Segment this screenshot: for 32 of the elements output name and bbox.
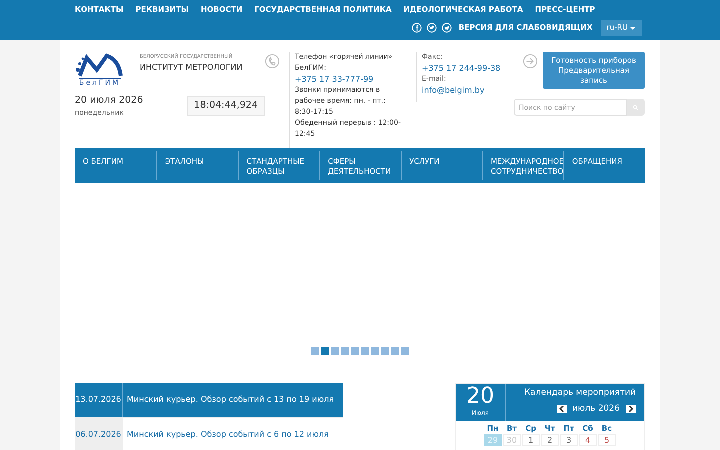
calendar-period: июль 2026 <box>572 402 620 416</box>
search-button[interactable] <box>627 99 645 116</box>
facebook-icon <box>412 23 422 33</box>
hotline-phone: +375 17 33-777-99 <box>295 74 375 85</box>
calendar-day-number: 20 <box>466 384 494 409</box>
current-date: 20 июля 2026 <box>75 94 144 108</box>
calendar-day[interactable]: 1 <box>522 434 540 446</box>
fax-phone: +375 17 244-99-38 <box>422 63 502 74</box>
login-icon <box>523 54 538 69</box>
chevron-right-icon <box>628 406 634 412</box>
news-date: 06.07.2026 <box>75 418 123 450</box>
caret-icon <box>630 26 636 30</box>
clock-display: 18:04:44,924 <box>187 96 265 116</box>
email-link[interactable]: info@belgim.by <box>422 85 506 96</box>
logo-title: ИНСТИТУТ МЕТРОЛОГИИ <box>140 62 243 74</box>
twitter-icon <box>426 23 437 33</box>
telegram-icon <box>442 23 452 33</box>
search-icon <box>633 104 639 110</box>
news-title: Минский курьер. Обзор событий с 6 по 12 июля <box>126 429 329 441</box>
news-row[interactable]: 13.07.2026 Минский курьер. Обзор событий с 13 по 19 июля <box>75 383 343 418</box>
calendar-day[interactable]: 4 <box>579 434 597 446</box>
calendar-day[interactable]: 5 <box>598 434 616 446</box>
phone-icon <box>265 54 280 69</box>
chevron-left-icon <box>558 406 565 412</box>
calendar-day[interactable]: 2 <box>541 434 559 446</box>
logo-icon <box>75 52 125 78</box>
news-title: Минский курьер. Обзор событий с 13 по 19 июля <box>126 394 334 406</box>
calendar-day[interactable]: 3 <box>560 434 578 446</box>
calendar-title: Календарь мероприятий <box>524 387 636 400</box>
news-date: 13.07.2026 <box>75 383 123 417</box>
next-month-button[interactable] <box>626 405 636 414</box>
previous-month-button[interactable] <box>556 405 567 414</box>
